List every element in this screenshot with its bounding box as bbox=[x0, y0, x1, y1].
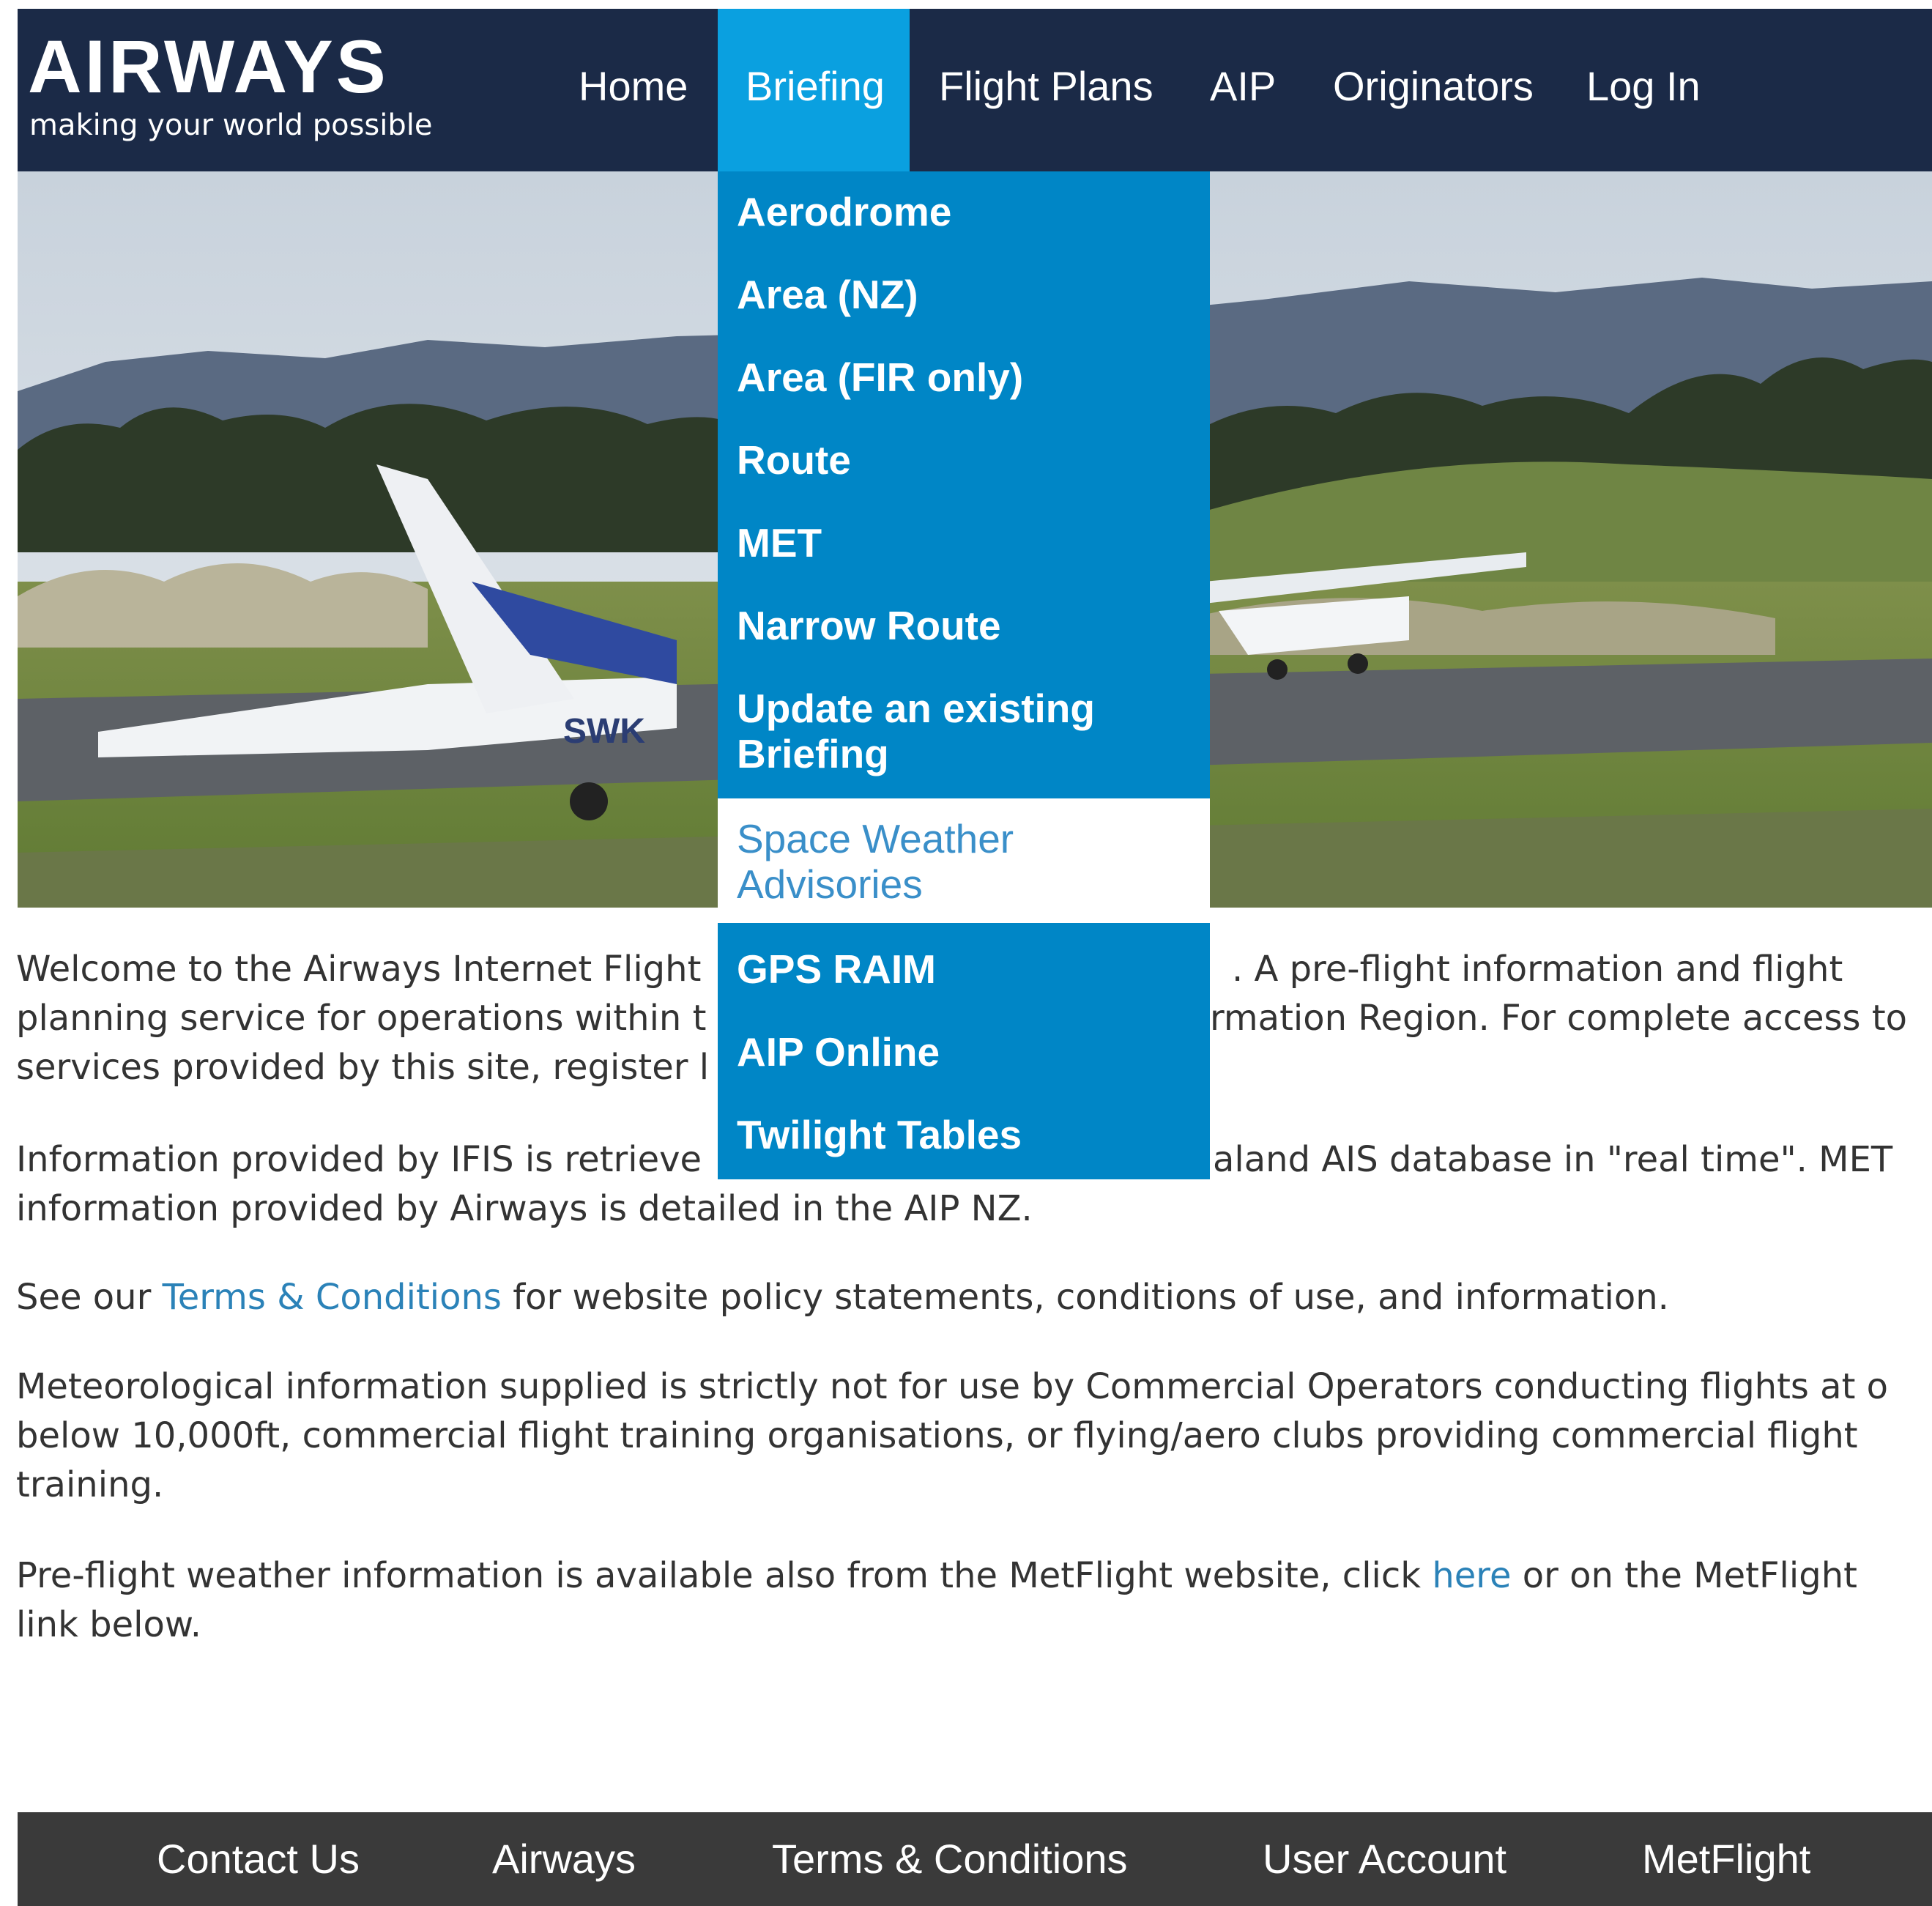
metflight-here-link[interactable]: here bbox=[1432, 1555, 1511, 1596]
site-header: AIRWAYS making your world possible Home … bbox=[18, 9, 1932, 171]
nav-briefing[interactable]: Briefing bbox=[718, 9, 910, 171]
terms-paragraph: See our Terms & Conditions for website p… bbox=[16, 1277, 1669, 1318]
nav-originators[interactable]: Originators bbox=[1333, 9, 1534, 171]
dropdown-item-gps-raim[interactable]: GPS RAIM bbox=[718, 946, 1210, 992]
dropdown-item-update-existing-briefing[interactable]: Update an existing Briefing bbox=[718, 686, 1210, 776]
ifis-paragraph-line2: information provided by Airways is detai… bbox=[16, 1188, 1033, 1229]
footer-metflight[interactable]: MetFlight bbox=[1642, 1812, 1810, 1906]
met-notice-line2: below 10,000ft, commercial flight traini… bbox=[16, 1415, 1858, 1456]
welcome-paragraph-line2b: rmation Region. For complete access to bbox=[1210, 998, 1908, 1039]
met-notice-line1: Meteorological information supplied is s… bbox=[16, 1366, 1889, 1407]
dropdown-item-area-fir-only[interactable]: Area (FIR only) bbox=[718, 355, 1210, 400]
dropdown-item-route[interactable]: Route bbox=[718, 437, 1210, 483]
dropdown-item-twilight-tables[interactable]: Twilight Tables bbox=[718, 1112, 1210, 1157]
footer-contact-us[interactable]: Contact Us bbox=[157, 1812, 360, 1906]
dropdown-item-narrow-route[interactable]: Narrow Route bbox=[718, 603, 1210, 648]
ifis-paragraph-line1a: Information provided by IFIS is retrieve bbox=[16, 1139, 702, 1180]
dropdown-item-area-nz[interactable]: Area (NZ) bbox=[718, 272, 1210, 317]
metflight-paragraph-line1: Pre-flight weather information is availa… bbox=[16, 1555, 1857, 1596]
welcome-paragraph-line1b: . A pre-flight information and flight bbox=[1232, 949, 1843, 990]
dropdown-item-space-weather-advisories[interactable]: Space Weather Advisories bbox=[718, 798, 1210, 923]
nav-flight-plans[interactable]: Flight Plans bbox=[939, 9, 1153, 171]
dropdown-item-aip-online[interactable]: AIP Online bbox=[718, 1029, 1210, 1075]
metflight-paragraph-line2: link below. bbox=[16, 1604, 201, 1645]
site-footer: Contact Us Airways Terms & Conditions Us… bbox=[18, 1812, 1932, 1906]
logo-tagline: making your world possible bbox=[29, 108, 433, 142]
nav-home[interactable]: Home bbox=[579, 9, 688, 171]
ifis-paragraph-line1b: aland AIS database in "real time". MET bbox=[1213, 1139, 1893, 1180]
footer-terms-conditions[interactable]: Terms & Conditions bbox=[772, 1812, 1128, 1906]
footer-user-account[interactable]: User Account bbox=[1263, 1812, 1506, 1906]
dropdown-item-aerodrome[interactable]: Aerodrome bbox=[718, 189, 1210, 234]
airways-logo[interactable]: AIRWAYS bbox=[28, 29, 389, 104]
terms-conditions-link[interactable]: Terms & Conditions bbox=[163, 1277, 502, 1318]
dropdown-item-met[interactable]: MET bbox=[718, 520, 1210, 566]
briefing-dropdown-menu: Aerodrome Area (NZ) Area (FIR only) Rout… bbox=[718, 171, 1210, 1179]
met-notice-line3: training. bbox=[16, 1464, 164, 1505]
welcome-paragraph-line2a: planning service for operations within t bbox=[16, 998, 707, 1039]
footer-airways[interactable]: Airways bbox=[492, 1812, 636, 1906]
nav-aip[interactable]: AIP bbox=[1210, 9, 1276, 171]
nav-log-in[interactable]: Log In bbox=[1586, 9, 1701, 171]
welcome-paragraph-line3a: services provided by this site, register… bbox=[16, 1047, 710, 1088]
aircraft-registration: SWK bbox=[563, 712, 645, 751]
welcome-paragraph-line1a: Welcome to the Airways Internet Flight bbox=[16, 949, 702, 990]
